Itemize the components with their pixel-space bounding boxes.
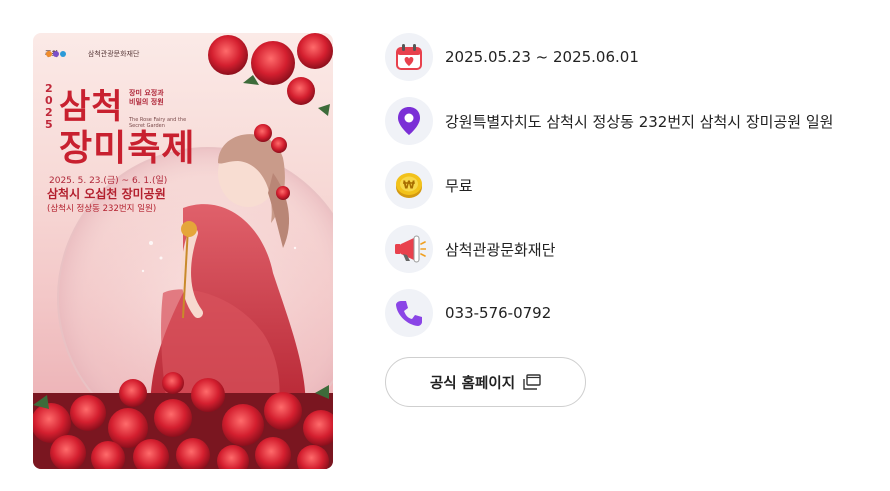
map-pin-icon — [385, 97, 433, 145]
info-organizer: 삼척관광문화재단 — [445, 240, 556, 259]
won-coin-icon: ₩ — [385, 161, 433, 209]
poster-venue: 삼척시 오십천 장미공원 — [47, 187, 166, 201]
info-period: 2025.05.23 ~ 2025.06.01 — [445, 48, 639, 66]
info-organizer-row: 삼척관광문화재단 — [385, 225, 555, 273]
megaphone-icon — [385, 225, 433, 273]
calendar-icon — [385, 33, 433, 81]
info-phone[interactable]: 033-576-0792 — [445, 304, 551, 322]
info-phone-row: 033-576-0792 — [385, 289, 551, 337]
info-location: 강원특별자치도 삼척시 정상동 232번지 삼척시 장미공원 일원 — [445, 112, 834, 131]
poster-address: (삼척시 정상동 232번지 일원) — [47, 204, 157, 214]
poster-org-name: 삼척관광문화재단 — [87, 50, 140, 58]
info-fee-row: ₩ 무료 — [385, 161, 473, 209]
svg-text:₩: ₩ — [403, 179, 415, 192]
poster-org-logo — [46, 49, 84, 59]
poster-year: 2025 — [45, 82, 53, 131]
poster-organizer: 주최 삼척관광문화재단 — [45, 49, 139, 59]
phone-icon — [385, 289, 433, 337]
festival-poster: 주최 삼척관광문화재단 2025 삼척 장미축제 장미 요정과 비밀의 정원 T… — [33, 33, 333, 469]
poster-subtitle: 장미 요정과 비밀의 정원 — [129, 89, 164, 106]
info-location-row: 강원특별자치도 삼척시 정상동 232번지 삼척시 장미공원 일원 — [385, 97, 833, 145]
poster-subtitle-en: The Rose Fairy and the Secret Garden — [129, 117, 187, 129]
info-fee: 무료 — [445, 176, 473, 195]
new-window-icon — [523, 374, 541, 390]
official-homepage-button[interactable]: 공식 홈페이지 — [385, 357, 586, 407]
official-homepage-label: 공식 홈페이지 — [429, 375, 516, 392]
info-period-row: 2025.05.23 ~ 2025.06.01 — [385, 33, 639, 81]
